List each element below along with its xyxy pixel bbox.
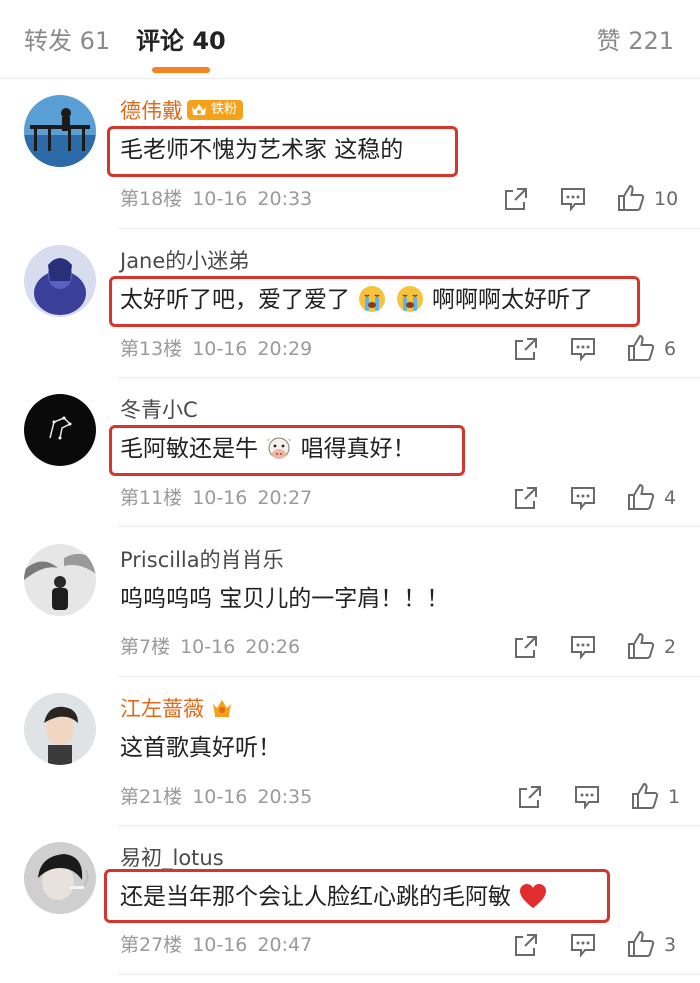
like-count: 6	[664, 338, 677, 360]
username-text: Priscilla的肖肖乐	[120, 548, 284, 572]
username-text: Jane的小迷弟	[120, 249, 250, 273]
avatar[interactable]	[24, 394, 96, 466]
username-text: 易初_lotus	[120, 846, 224, 870]
comment-meta: 第27楼 10-16 20:47	[120, 932, 312, 958]
avatar[interactable]	[24, 842, 96, 914]
reply-icon[interactable]	[570, 933, 596, 957]
floor-number: 第7楼	[120, 636, 171, 658]
like-count: 10	[654, 188, 679, 210]
comment-text: 这首歌真好听！	[120, 735, 281, 761]
username-text: 冬青小C	[120, 398, 198, 422]
floor-number: 第13楼	[120, 338, 183, 360]
share-icon[interactable]	[513, 485, 539, 511]
like-count: 3	[664, 934, 677, 956]
comment-text: 呜呜呜呜 宝贝儿的一字肩！！！	[120, 586, 450, 612]
thumbs-up-icon[interactable]	[617, 184, 645, 212]
reply-icon[interactable]	[560, 187, 586, 211]
thumbs-up-icon[interactable]	[631, 782, 659, 810]
divider	[118, 974, 700, 975]
comment-time: 20:29	[257, 338, 313, 360]
avatar[interactable]	[24, 95, 96, 167]
divider	[118, 377, 700, 378]
share-icon[interactable]	[513, 932, 539, 958]
comment-meta: 第11楼 10-16 20:27	[120, 485, 312, 511]
like-count: 1	[668, 786, 681, 808]
thumbs-up-icon[interactable]	[627, 483, 655, 511]
avatar[interactable]	[24, 693, 96, 765]
comment-date: 10-16	[180, 636, 236, 658]
divider	[118, 825, 700, 826]
username[interactable]: Priscilla的肖肖乐	[120, 546, 284, 574]
floor-number: 第27楼	[120, 934, 183, 956]
comment-time: 20:27	[257, 487, 313, 509]
username[interactable]: 易初_lotus	[120, 844, 224, 872]
comment-date: 10-16	[192, 786, 248, 808]
share-icon[interactable]	[513, 634, 539, 660]
floor-number: 第21楼	[120, 786, 183, 808]
fan-badge: 铁粉	[187, 100, 244, 120]
username[interactable]: 冬青小C	[120, 396, 198, 424]
floor-number: 第18楼	[120, 188, 183, 210]
tab-repost[interactable]: 转发 61	[24, 24, 110, 58]
like-count: 4	[664, 487, 677, 509]
comment-date: 10-16	[192, 487, 248, 509]
highlight-box	[104, 869, 610, 923]
username-text: 德伟戴	[120, 99, 183, 123]
comment-date: 10-16	[192, 934, 248, 956]
tab-like[interactable]: 赞 221	[597, 24, 674, 58]
divider	[118, 676, 700, 677]
comment-time: 20:47	[257, 934, 313, 956]
thumbs-up-icon[interactable]	[627, 334, 655, 362]
fan-badge-label: 铁粉	[211, 102, 238, 117]
avatar[interactable]	[24, 245, 96, 317]
crown-badge-icon	[192, 104, 206, 115]
highlight-box	[109, 276, 640, 327]
reply-icon[interactable]	[570, 486, 596, 510]
comment-meta: 第7楼 10-16 20:26	[120, 634, 300, 660]
comment-tabs: 转发 61 评论 40 赞 221	[0, 0, 700, 79]
username[interactable]: 江左蔷薇	[120, 695, 234, 723]
comment-meta: 第13楼 10-16 20:29	[120, 336, 312, 362]
highlight-box	[107, 126, 458, 177]
divider	[118, 526, 700, 527]
comment-date: 10-16	[192, 188, 248, 210]
comment-meta: 第21楼 10-16 20:35	[120, 784, 312, 810]
share-icon[interactable]	[517, 784, 543, 810]
reply-icon[interactable]	[570, 337, 596, 361]
username[interactable]: 德伟戴 铁粉	[120, 97, 244, 125]
avatar[interactable]	[24, 544, 96, 616]
thumbs-up-icon[interactable]	[627, 930, 655, 958]
share-icon[interactable]	[503, 186, 529, 212]
crown-badge-icon	[213, 700, 231, 717]
active-tab-indicator	[152, 67, 210, 73]
floor-number: 第11楼	[120, 487, 183, 509]
reply-icon[interactable]	[570, 635, 596, 659]
tab-comment[interactable]: 评论 40	[136, 24, 226, 58]
username-text: 江左蔷薇	[120, 697, 204, 721]
comment-time: 20:33	[257, 188, 313, 210]
divider	[118, 228, 700, 229]
reply-icon[interactable]	[574, 785, 600, 809]
comment-date: 10-16	[192, 338, 248, 360]
thumbs-up-icon[interactable]	[627, 632, 655, 660]
comment-meta: 第18楼 10-16 20:33	[120, 186, 312, 212]
username[interactable]: Jane的小迷弟	[120, 247, 249, 275]
comment-time: 20:26	[245, 636, 301, 658]
share-icon[interactable]	[513, 336, 539, 362]
like-count: 2	[664, 636, 677, 658]
comment-time: 20:35	[257, 786, 313, 808]
highlight-box	[109, 425, 465, 476]
